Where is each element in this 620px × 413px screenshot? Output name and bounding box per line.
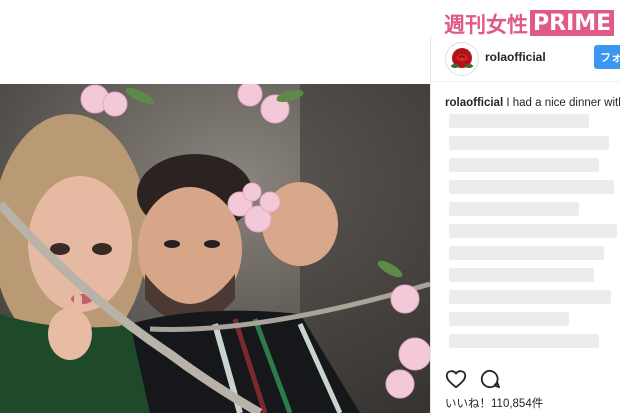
post-side-panel: rolaofficial フォロ rolaofficial I had a ni…	[430, 36, 620, 413]
post-header: rolaofficial フォロ	[431, 36, 620, 82]
blurred-line	[449, 246, 604, 260]
blurred-line	[449, 158, 599, 172]
blurred-line	[449, 224, 617, 238]
comment-icon[interactable]	[479, 369, 501, 389]
heart-icon[interactable]	[445, 369, 467, 389]
brand-name-en: PRIME	[530, 10, 615, 38]
blurred-line	[449, 114, 589, 128]
blurred-line	[449, 334, 599, 348]
blurred-line	[449, 136, 609, 150]
post-username[interactable]: rolaofficial	[485, 50, 546, 64]
caption-text: I had a nice dinner with	[506, 97, 620, 109]
blurred-line	[449, 268, 594, 282]
post-caption: rolaofficial I had a nice dinner with	[445, 97, 620, 109]
blurred-line	[449, 290, 611, 304]
post-photo-image	[0, 84, 430, 413]
brand-name-jp: 週刊女性	[444, 13, 528, 37]
post-photo[interactable]	[0, 84, 430, 413]
post-actions	[445, 369, 501, 389]
rose-avatar-icon	[446, 43, 478, 75]
blurred-comments	[449, 114, 620, 364]
caption-username[interactable]: rolaofficial	[445, 97, 503, 109]
blurred-line	[449, 180, 614, 194]
blurred-line	[449, 312, 569, 326]
likes-count[interactable]: いいね！110,854件	[445, 395, 543, 411]
avatar[interactable]	[445, 42, 479, 76]
follow-button[interactable]: フォロ	[594, 45, 620, 69]
blurred-line	[449, 202, 579, 216]
